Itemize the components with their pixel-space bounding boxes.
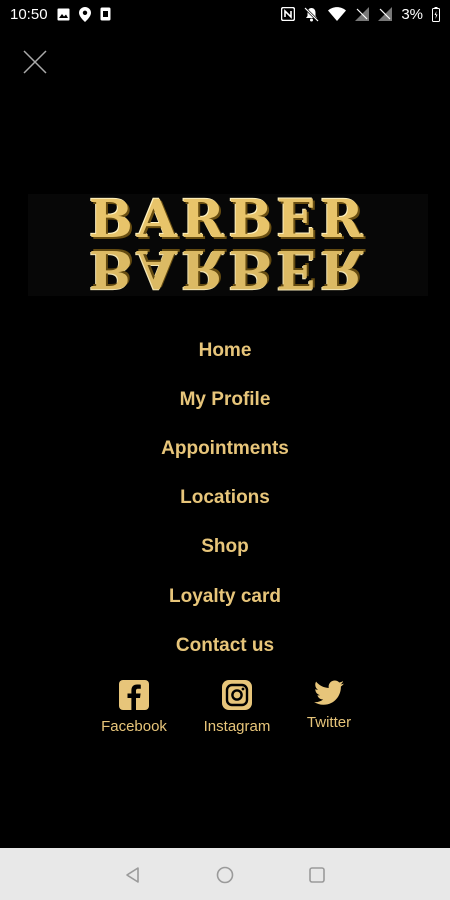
menu-item-shop[interactable]: Shop <box>201 523 249 572</box>
twitter-icon <box>314 680 344 705</box>
wifi-icon <box>328 7 347 21</box>
menu-item-appointments[interactable]: Appointments <box>161 424 289 473</box>
menu-item-loyalty-card[interactable]: Loyalty card <box>169 572 281 621</box>
back-triangle-icon <box>126 867 139 883</box>
status-bar-right: 3% <box>281 6 440 23</box>
menu-item-contact-us[interactable]: Contact us <box>176 621 274 670</box>
battery-percentage: 3% <box>401 5 423 23</box>
menu-item-my-profile[interactable]: My Profile <box>180 375 271 424</box>
close-icon <box>23 50 47 74</box>
signal-icon <box>355 7 370 21</box>
facebook-icon <box>119 680 149 710</box>
sim-icon <box>100 7 111 21</box>
recents-button[interactable] <box>306 864 328 886</box>
twitter-link[interactable]: Twitter <box>279 680 379 731</box>
logo-text-reflection: BARBER <box>88 238 368 299</box>
social-links: Facebook Instagram Twitter <box>0 680 450 750</box>
battery-icon <box>432 6 440 22</box>
system-nav-bar <box>0 848 450 900</box>
back-button[interactable] <box>122 864 144 886</box>
status-bar-left: 10:50 <box>10 6 111 23</box>
status-bar: 10:50 3% <box>0 0 450 28</box>
location-pin-icon <box>78 6 91 22</box>
instagram-icon <box>222 680 252 710</box>
instagram-label: Instagram <box>203 718 271 735</box>
twitter-label: Twitter <box>306 714 352 731</box>
close-menu-button[interactable] <box>20 47 50 77</box>
facebook-link[interactable]: Facebook <box>84 680 184 735</box>
status-time: 10:50 <box>10 5 48 23</box>
nfc-icon <box>281 7 296 21</box>
signal-icon <box>378 7 393 21</box>
home-button[interactable] <box>214 864 236 886</box>
recents-square-icon <box>309 867 325 883</box>
menu-item-locations[interactable]: Locations <box>180 474 270 523</box>
instagram-link[interactable]: Instagram <box>187 680 287 735</box>
facebook-label: Facebook <box>101 718 167 735</box>
barber-logo: BARBER BARBER <box>28 194 428 299</box>
image-icon <box>57 8 70 21</box>
main-menu: Home My Profile Appointments Locations S… <box>0 326 450 670</box>
menu-item-home[interactable]: Home <box>199 326 252 375</box>
home-circle-icon <box>216 866 234 884</box>
mute-icon <box>304 6 320 22</box>
